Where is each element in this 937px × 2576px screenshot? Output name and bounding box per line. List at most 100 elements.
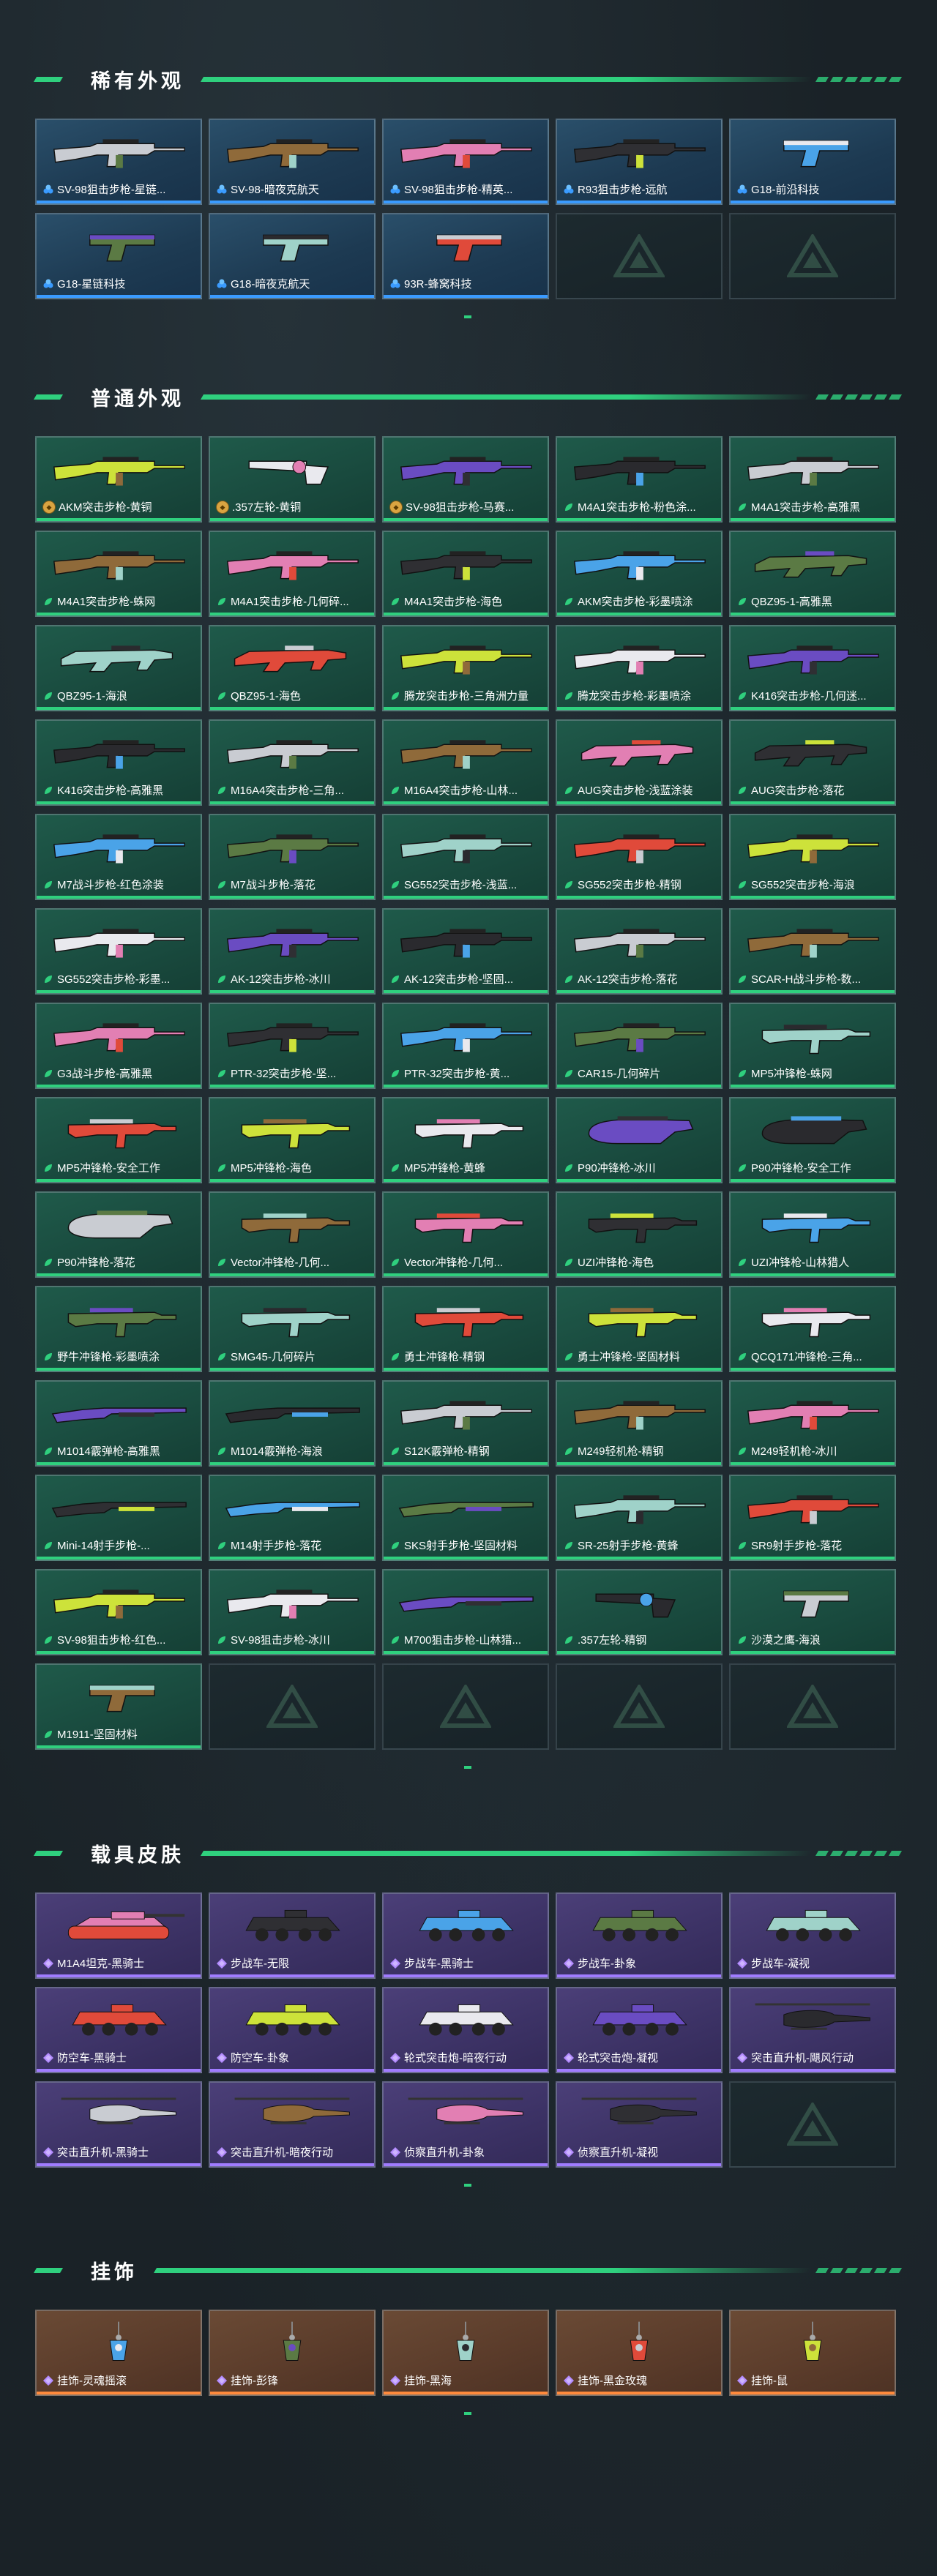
item-card[interactable]: QBZ95-1-高雅黑 (729, 531, 896, 617)
item-card[interactable]: 勇士冲锋枪-坚固材料 (556, 1286, 723, 1372)
item-card[interactable]: M7战斗步枪-落花 (209, 814, 376, 900)
item-card[interactable]: 突击直升机-暗夜行动 (209, 2081, 376, 2168)
item-card[interactable]: AK-12突击步枪-坚固... (382, 908, 549, 995)
item-card[interactable]: Mini-14射手步枪-... (35, 1475, 202, 1561)
item-card[interactable]: SR9射手步枪-落花 (729, 1475, 896, 1561)
item-card[interactable]: 防空车-黑骑士 (35, 1987, 202, 2073)
item-card[interactable]: M249轻机枪-冰川 (729, 1380, 896, 1467)
item-card[interactable]: 腾龙突击步枪-三角洲力量 (382, 625, 549, 711)
item-card[interactable]: SV-98狙击步枪-星链... (35, 119, 202, 205)
item-card[interactable]: P90冲锋枪-冰川 (556, 1097, 723, 1183)
item-card[interactable]: 野牛冲锋枪-彩墨喷涂 (35, 1286, 202, 1372)
item-card[interactable]: R93狙击步枪-远航 (556, 119, 723, 205)
item-card[interactable]: M14射手步枪-落花 (209, 1475, 376, 1561)
item-card[interactable]: SV-98狙击步枪-红色... (35, 1569, 202, 1655)
item-card[interactable]: SMG45-几何碎片 (209, 1286, 376, 1372)
item-card[interactable]: M1014霰弹枪-海浪 (209, 1380, 376, 1467)
item-card[interactable]: SG552突击步枪-浅蓝... (382, 814, 549, 900)
item-name: QBZ95-1-海浪 (57, 690, 127, 703)
item-card[interactable]: M700狙击步枪-山林猎... (382, 1569, 549, 1655)
item-card[interactable]: M1911-坚固材料 (35, 1663, 202, 1750)
item-card[interactable]: 腾龙突击步枪-彩墨喷涂 (556, 625, 723, 711)
item-card[interactable]: Vector冲锋枪-几何... (209, 1191, 376, 1278)
item-card[interactable]: 挂饰-黑金玫瑰 (556, 2310, 723, 2396)
item-image (220, 637, 364, 679)
item-card[interactable]: M4A1突击步枪-蛛网 (35, 531, 202, 617)
item-card[interactable]: MP5冲锋枪-海色 (209, 1097, 376, 1183)
item-card[interactable]: 侦察直升机-凝视 (556, 2081, 723, 2168)
item-card[interactable]: M16A4突击步枪-山林... (382, 719, 549, 806)
item-card[interactable]: QBZ95-1-海浪 (35, 625, 202, 711)
item-card[interactable]: M4A1突击步枪-几何碎... (209, 531, 376, 617)
item-card[interactable]: UZI冲锋枪-海色 (556, 1191, 723, 1278)
item-card[interactable]: AK-12突击步枪-冰川 (209, 908, 376, 995)
item-card[interactable]: 沙漠之鹰-海浪 (729, 1569, 896, 1655)
item-card[interactable]: MP5冲锋枪-安全工作 (35, 1097, 202, 1183)
item-card[interactable]: QCQ171冲锋枪-三角... (729, 1286, 896, 1372)
item-card[interactable]: M16A4突击步枪-三角... (209, 719, 376, 806)
item-card[interactable]: 挂饰-彭锋 (209, 2310, 376, 2396)
item-card[interactable]: 步战车-凝视 (729, 1892, 896, 1979)
item-card[interactable]: SV-98狙击步枪-精英... (382, 119, 549, 205)
item-card[interactable]: 93R-蜂窝科技 (382, 213, 549, 299)
item-card[interactable]: QBZ95-1-海色 (209, 625, 376, 711)
item-card[interactable]: ◆ SV-98狙击步枪-马赛... (382, 436, 549, 523)
item-card[interactable]: 轮式突击炮-凝视 (556, 1987, 723, 2073)
item-card[interactable]: M7战斗步枪-红色涂装 (35, 814, 202, 900)
item-card[interactable]: ◆ AKM突击步枪-黄铜 (35, 436, 202, 523)
item-card[interactable]: M4A1突击步枪-粉色涂... (556, 436, 723, 523)
item-card[interactable]: P90冲锋枪-安全工作 (729, 1097, 896, 1183)
item-label: M1A4坦克-黑骑士 (42, 1955, 196, 1971)
item-card[interactable]: P90冲锋枪-落花 (35, 1191, 202, 1278)
header-accent (33, 1850, 64, 1856)
item-card[interactable]: CAR15-几何碎片 (556, 1003, 723, 1089)
rarity-bar (384, 2069, 548, 2072)
item-card[interactable]: M249轻机枪-精钢 (556, 1380, 723, 1467)
item-card[interactable]: 突击直升机-黑骑士 (35, 2081, 202, 2168)
item-card[interactable]: ◆ .357左轮-黄铜 (209, 436, 376, 523)
item-card[interactable]: SG552突击步枪-彩墨... (35, 908, 202, 995)
item-card[interactable]: SV-98狙击步枪-冰川 (209, 1569, 376, 1655)
item-card[interactable]: SV-98-暗夜克航天 (209, 119, 376, 205)
item-card[interactable]: 突击直升机-飓风行动 (729, 1987, 896, 2073)
item-card[interactable]: 步战车-无限 (209, 1892, 376, 1979)
item-card[interactable]: G3战斗步枪-高雅黑 (35, 1003, 202, 1089)
item-card[interactable]: SKS射手步枪-坚固材料 (382, 1475, 549, 1561)
rarity-bar (557, 201, 721, 203)
item-card[interactable]: AUG突击步枪-落花 (729, 719, 896, 806)
header-ticks (815, 394, 903, 400)
item-card[interactable]: PTR-32突击步枪-黄... (382, 1003, 549, 1089)
item-card[interactable]: M4A1突击步枪-海色 (382, 531, 549, 617)
item-card[interactable]: SR-25射手步枪-黄蜂 (556, 1475, 723, 1561)
item-card[interactable]: 侦察直升机-卦象 (382, 2081, 549, 2168)
item-card[interactable]: 勇士冲锋枪-精钢 (382, 1286, 549, 1372)
item-card[interactable]: Vector冲锋枪-几何... (382, 1191, 549, 1278)
item-card[interactable]: AKM突击步枪-彩墨喷涂 (556, 531, 723, 617)
item-card[interactable]: M1A4坦克-黑骑士 (35, 1892, 202, 1979)
item-card[interactable]: 防空车-卦象 (209, 1987, 376, 2073)
item-card[interactable]: M4A1突击步枪-高雅黑 (729, 436, 896, 523)
item-card[interactable]: K416突击步枪-高雅黑 (35, 719, 202, 806)
item-card[interactable]: 步战车-卦象 (556, 1892, 723, 1979)
item-card[interactable]: 轮式突击炮-暗夜行动 (382, 1987, 549, 2073)
item-card[interactable]: 挂饰-灵魂摇滚 (35, 2310, 202, 2396)
item-card[interactable]: UZI冲锋枪-山林猎人 (729, 1191, 896, 1278)
item-card[interactable]: G18-星链科技 (35, 213, 202, 299)
item-card[interactable]: 挂饰-黑海 (382, 2310, 549, 2396)
item-card[interactable]: M1014霰弹枪-高雅黑 (35, 1380, 202, 1467)
item-card[interactable]: PTR-32突击步枪-坚... (209, 1003, 376, 1089)
item-card[interactable]: 挂饰-鼠 (729, 2310, 896, 2396)
item-card[interactable]: 步战车-黑骑士 (382, 1892, 549, 1979)
item-card[interactable]: SG552突击步枪-精钢 (556, 814, 723, 900)
item-card[interactable]: S12K霰弹枪-精钢 (382, 1380, 549, 1467)
item-card[interactable]: G18-暗夜克航天 (209, 213, 376, 299)
item-card[interactable]: K416突击步枪-几何迷... (729, 625, 896, 711)
item-card[interactable]: G18-前沿科技 (729, 119, 896, 205)
item-card[interactable]: SCAR-H战斗步枪-数... (729, 908, 896, 995)
item-card[interactable]: SG552突击步枪-海浪 (729, 814, 896, 900)
item-card[interactable]: AK-12突击步枪-落花 (556, 908, 723, 995)
item-card[interactable]: AUG突击步枪-浅蓝涂装 (556, 719, 723, 806)
item-card[interactable]: .357左轮-精钢 (556, 1569, 723, 1655)
item-card[interactable]: MP5冲锋枪-黄蜂 (382, 1097, 549, 1183)
item-card[interactable]: MP5冲锋枪-蛛网 (729, 1003, 896, 1089)
